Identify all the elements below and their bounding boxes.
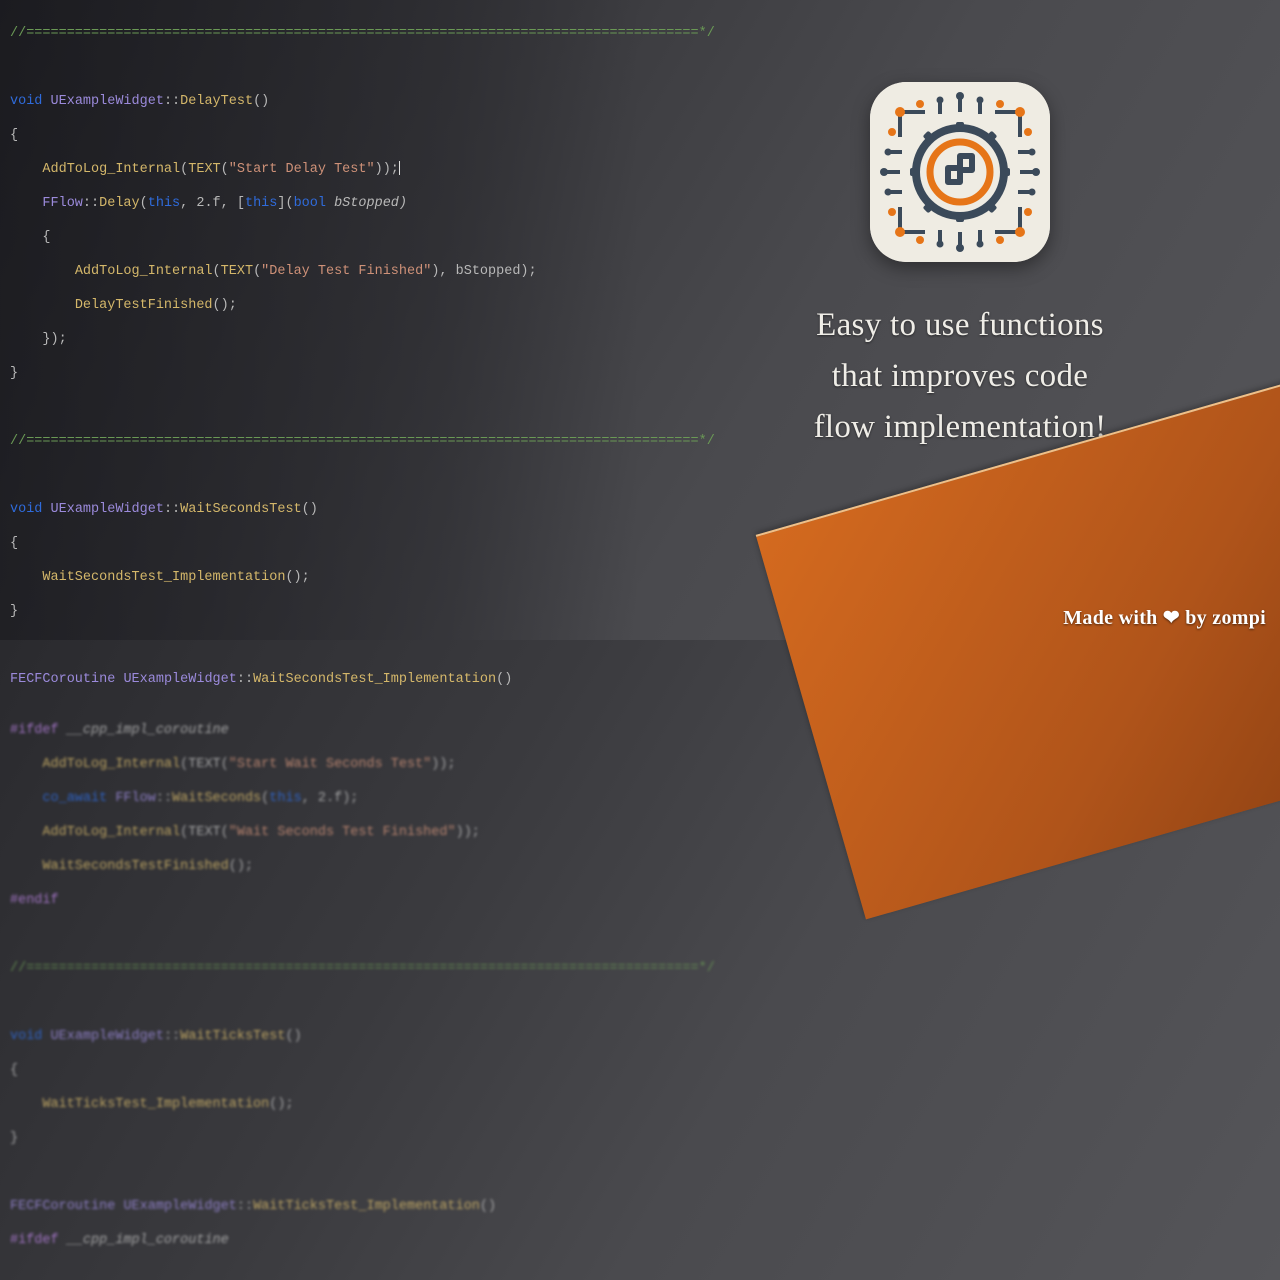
code-line: WaitSecondsTestFinished(); [10, 858, 630, 875]
credit-prefix: Made with [1063, 607, 1163, 629]
code-line: AddToLog_Internal(TEXT("Start Delay Test… [10, 161, 630, 178]
code-line: void UExampleWidget::WaitTicksTest() [10, 1028, 630, 1045]
code-line: FFlow::Delay(this, 2.f, [this](bool bSto… [10, 195, 630, 212]
code-blank [10, 1164, 630, 1181]
code-line: { [10, 1062, 630, 1079]
code-line: { [10, 229, 630, 246]
code-line: { [10, 535, 630, 552]
heart-icon: ❤ [1163, 607, 1180, 629]
code-line: }); [10, 331, 630, 348]
code-line: } [10, 603, 630, 620]
product-logo [870, 82, 1050, 262]
code-line: co_await FFlow::WaitSeconds(this, 2.f); [10, 790, 630, 807]
logo-graphic [870, 82, 1050, 262]
code-blank [10, 994, 630, 1011]
code-separator: //======================================… [10, 960, 630, 977]
tagline-line-2: that improves code [814, 351, 1107, 402]
code-line: #endif [10, 892, 630, 909]
code-line: WaitTicksTest_Implementation(); [10, 1096, 630, 1113]
code-line: FECFCoroutine UExampleWidget::WaitSecond… [10, 671, 630, 688]
code-line: void UExampleWidget::WaitSecondsTest() [10, 501, 630, 518]
tagline: Easy to use functions that improves code… [814, 300, 1107, 453]
code-line: AddToLog_Internal(TEXT("Wait Seconds Tes… [10, 824, 630, 841]
code-line: #ifdef __cpp_impl_coroutine [10, 722, 630, 739]
code-line: void UExampleWidget::DelayTest() [10, 93, 630, 110]
code-line: WaitSecondsTest_Implementation(); [10, 569, 630, 586]
code-separator: //======================================… [10, 433, 630, 450]
code-sample: //======================================… [0, 0, 640, 640]
code-blank [10, 926, 630, 943]
tagline-line-1: Easy to use functions [814, 300, 1107, 351]
text-cursor [399, 161, 400, 175]
code-blank [10, 399, 630, 416]
code-line: FECFCoroutine UExampleWidget::WaitTicksT… [10, 1198, 630, 1215]
code-blank [10, 59, 630, 76]
code-line: #ifdef __cpp_impl_coroutine [10, 1232, 630, 1249]
code-line: } [10, 365, 630, 382]
credit-text: Made with ❤ by zompi [1063, 605, 1266, 630]
code-line: DelayTestFinished(); [10, 297, 630, 314]
code-line: AddToLog_Internal(TEXT("Start Wait Secon… [10, 756, 630, 773]
credit-suffix: by zompi [1180, 607, 1266, 629]
code-line: { [10, 127, 630, 144]
code-line: AddToLog_Internal(TEXT("Delay Test Finis… [10, 263, 630, 280]
code-line: } [10, 1130, 630, 1147]
code-separator: //======================================… [10, 25, 630, 42]
code-blank [10, 467, 630, 484]
